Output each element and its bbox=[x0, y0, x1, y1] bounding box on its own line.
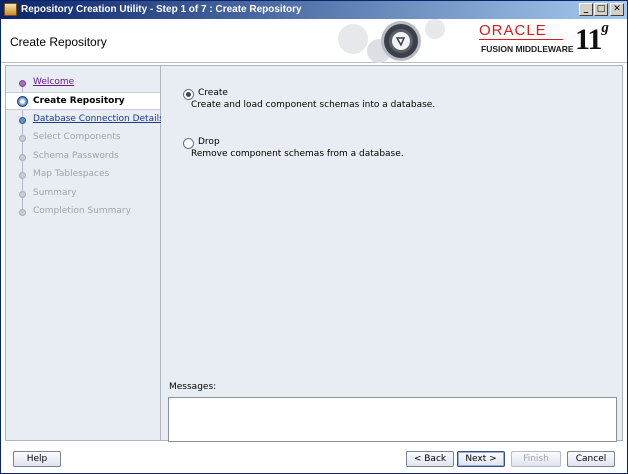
nav-step-label: Summary bbox=[33, 188, 77, 198]
header-banner: Create Repository ORACLE FUSION MIDDLEWA… bbox=[1, 19, 627, 63]
next-button[interactable]: Next > bbox=[457, 451, 505, 467]
version-letter: g bbox=[601, 20, 608, 36]
nav-step-label: Select Components bbox=[33, 132, 121, 142]
step-indicator-icon bbox=[19, 191, 26, 198]
nav-step-label: Create Repository bbox=[33, 96, 125, 106]
messages-label: Messages: bbox=[169, 382, 217, 392]
step-indicator-icon bbox=[19, 209, 26, 216]
drop-description: Remove component schemas from a database… bbox=[191, 149, 404, 159]
nav-step-map-tablespaces: Map Tablespaces bbox=[6, 166, 160, 184]
page-title: Create Repository bbox=[10, 35, 107, 49]
nav-step-label: Welcome bbox=[33, 77, 75, 87]
maximize-button[interactable]: □ bbox=[594, 3, 608, 16]
rcu-window: Repository Creation Utility - Step 1 of … bbox=[0, 0, 628, 474]
version-number: 11 bbox=[575, 23, 602, 56]
version-badge: 11g bbox=[575, 20, 609, 57]
create-radio[interactable] bbox=[183, 89, 194, 100]
step-indicator-icon bbox=[19, 135, 26, 142]
create-radio-label[interactable]: Create bbox=[198, 88, 228, 98]
nav-step-label: Database Connection Details bbox=[33, 114, 164, 124]
step-indicator-icon bbox=[19, 154, 26, 161]
nav-step-select-components: Select Components bbox=[6, 129, 160, 147]
nav-step-label: Map Tablespaces bbox=[33, 169, 110, 179]
app-icon bbox=[4, 3, 17, 16]
nav-step-summary: Summary bbox=[6, 185, 160, 203]
nav-step-label: Schema Passwords bbox=[33, 151, 119, 161]
window-title: Repository Creation Utility - Step 1 of … bbox=[21, 4, 302, 15]
minimize-button[interactable]: _ bbox=[579, 3, 593, 16]
step-indicator-icon bbox=[19, 172, 26, 179]
gears-graphic bbox=[338, 19, 445, 63]
cancel-button[interactable]: Cancel bbox=[567, 451, 615, 467]
title-bar[interactable]: Repository Creation Utility - Step 1 of … bbox=[1, 1, 627, 19]
step-navigation: Welcome Create Repository Database Conne… bbox=[5, 65, 164, 441]
finish-button: Finish bbox=[511, 451, 561, 467]
step-indicator-icon bbox=[19, 117, 26, 124]
create-description: Create and load component schemas into a… bbox=[191, 100, 436, 110]
logo-underline bbox=[479, 39, 563, 40]
nav-step-schema-passwords: Schema Passwords bbox=[6, 148, 160, 166]
step-indicator-icon bbox=[19, 80, 26, 87]
main-panel: Create Create and load component schemas… bbox=[161, 65, 623, 442]
nav-step-welcome[interactable]: Welcome bbox=[6, 74, 160, 92]
messages-area[interactable] bbox=[168, 397, 617, 442]
fusion-middleware-text: FUSION MIDDLEWARE bbox=[481, 44, 574, 54]
help-button[interactable]: Help bbox=[13, 451, 61, 467]
current-step-icon bbox=[17, 96, 28, 107]
nav-step-database-connection-details[interactable]: Database Connection Details bbox=[6, 111, 164, 129]
drop-radio-label[interactable]: Drop bbox=[198, 137, 220, 147]
drop-radio[interactable] bbox=[183, 138, 194, 149]
back-button[interactable]: < Back bbox=[406, 451, 454, 467]
nav-step-completion-summary: Completion Summary bbox=[6, 203, 160, 221]
nav-step-create-repository[interactable]: Create Repository bbox=[6, 92, 160, 110]
oracle-logo: ORACLE bbox=[479, 22, 547, 39]
close-button[interactable]: ✕ bbox=[610, 3, 624, 16]
nav-step-label: Completion Summary bbox=[33, 206, 131, 216]
